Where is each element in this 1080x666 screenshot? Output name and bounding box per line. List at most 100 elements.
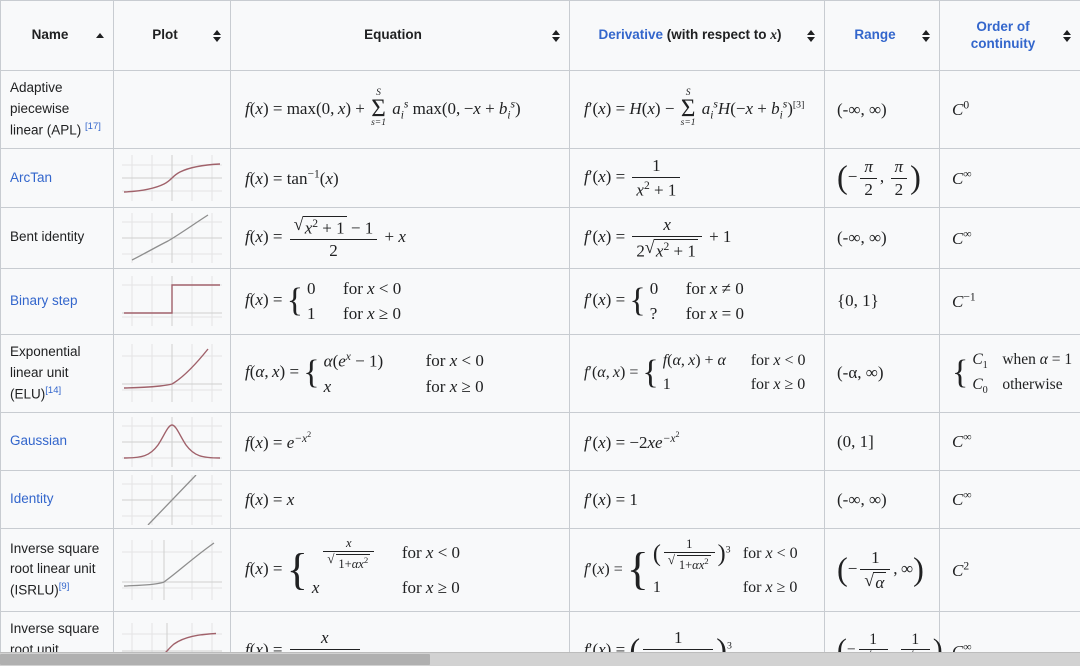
- table-row: Bent identity f(x) = x2 + 1 − 12: [0, 207, 1080, 269]
- row-name-line-2: piecewise: [10, 100, 70, 116]
- cell-range: (0, 1]: [824, 412, 940, 472]
- equation-math: f(x) = e−x2: [245, 429, 312, 453]
- cell-equation: f(α, x) = { α(ex − 1) for x < 0 x for x ≥ …: [230, 333, 570, 414]
- column-header-equation[interactable]: Equation: [230, 0, 570, 71]
- cell-plot: [113, 333, 231, 414]
- range-math: {0, 1}: [837, 291, 879, 311]
- range-math: (-∞, ∞): [837, 99, 887, 119]
- cell-derivative: f′(x) = 1: [569, 470, 825, 530]
- plot-gaussian: [122, 416, 222, 467]
- cell-name: Gaussian: [0, 412, 114, 472]
- activation-functions-table: Name Plot Equation Derivative (with resp…: [0, 0, 1080, 652]
- range-math: (−1α, ∞): [837, 548, 924, 592]
- column-header-order-of-continuity[interactable]: Order of continuity: [939, 0, 1080, 71]
- row-name-line-2: root linear unit: [10, 561, 96, 577]
- plot-isru: [122, 622, 222, 652]
- piecewise-brace: { (11+αx2)3 for x < 0 1for x ≥ 0: [627, 537, 798, 604]
- plot-arctan: [122, 155, 222, 202]
- reference-link[interactable]: [9]: [59, 581, 70, 592]
- cell-range: {0, 1}: [824, 267, 940, 335]
- cell-continuity: C2: [939, 528, 1080, 613]
- cell-plot: [113, 148, 231, 209]
- derivative-math: f′(x) = x2x2 + 1 + 1: [584, 215, 731, 260]
- cell-name: Inverse square root unit (ISRU)[9]: [0, 611, 114, 652]
- cell-range: (-∞, ∞): [824, 69, 940, 150]
- plot-identity: [122, 474, 222, 525]
- cell-plot: [113, 470, 231, 530]
- horizontal-scrollbar[interactable]: [0, 652, 1080, 666]
- column-header-order-of-continuity-label: Order of continuity: [970, 18, 1036, 51]
- cell-equation: f(x) = { x1+αx2 for x < 0 xfor x ≥ 0: [230, 528, 570, 613]
- plot-isrlu: [122, 540, 222, 601]
- cell-range: (−1α, 1α): [824, 611, 943, 652]
- continuity-math: C0: [952, 98, 970, 120]
- row-name-line-1: Exponential: [10, 343, 81, 359]
- row-name-link[interactable]: ArcTan: [10, 170, 52, 185]
- derivative-link-text[interactable]: Derivative: [598, 27, 663, 42]
- continuity-math: C2: [952, 559, 970, 580]
- cell-name: ArcTan: [0, 148, 114, 209]
- column-header-derivative-label: Derivative (with respect to x): [598, 27, 782, 43]
- sort-both-icon[interactable]: [213, 29, 222, 42]
- cell-name: Identity: [0, 470, 114, 530]
- table-header: Name Plot Equation Derivative (with resp…: [0, 0, 1080, 71]
- equation-math: f(α, x) = { α(ex − 1) for x < 0 x for x ≥ …: [245, 350, 484, 396]
- column-header-derivative[interactable]: Derivative (with respect to x): [569, 0, 825, 71]
- column-header-range[interactable]: Range: [824, 0, 940, 71]
- sort-both-icon[interactable]: [1063, 29, 1072, 42]
- column-header-name[interactable]: Name: [0, 0, 114, 71]
- continuity-math: C∞: [952, 488, 972, 510]
- cell-continuity: C∞: [939, 470, 1080, 530]
- row-name-line-3: (ISRLU): [10, 582, 59, 598]
- cell-continuity: C∞: [939, 148, 1080, 209]
- piecewise-brace: { 0 for x < 0 1 for x ≥ 0: [286, 278, 402, 324]
- row-name-link[interactable]: Binary step: [10, 293, 78, 308]
- scrollbar-thumb[interactable]: [0, 654, 430, 665]
- range-math: (-∞, ∞): [837, 489, 887, 509]
- column-header-plot-label: Plot: [152, 27, 178, 43]
- table-body: Adaptive piecewise linear (APL) [17] f(x…: [0, 69, 1080, 652]
- row-name: Bent identity: [10, 229, 85, 245]
- sort-both-icon[interactable]: [807, 29, 816, 42]
- plot-binary-step: [122, 276, 222, 327]
- row-name-line-2: linear unit: [10, 364, 69, 380]
- table-row: Identity f(x) = x f′(x) = 1 (-∞, ∞) C∞: [0, 470, 1080, 530]
- continuity-math: C∞: [952, 167, 972, 188]
- cell-range: (-α, ∞): [824, 333, 940, 414]
- derivative-math: f′(x) = { (11+αx2)3 for x < 0 1for x ≥ 0: [584, 537, 798, 597]
- table-row: Exponential linear unit (ELU)[14] f(α, x…: [0, 333, 1080, 414]
- reference-link[interactable]: [17]: [85, 121, 101, 132]
- row-name-link[interactable]: Gaussian: [10, 433, 67, 448]
- continuity-math: C∞: [952, 227, 972, 248]
- cell-continuity: C∞: [939, 611, 1080, 652]
- sort-ascending-icon[interactable]: [96, 30, 105, 42]
- derivative-math: f′(x) = 1: [584, 489, 638, 509]
- cell-equation: f(x) = { 0 for x < 0 1 for x ≥ 0: [230, 267, 570, 335]
- table-row: Gaussian f(x) = e−x2 f′(x) = −2xe−x2 (0,…: [0, 412, 1080, 472]
- cell-plot: [113, 69, 231, 150]
- equation-math: f(x) = x2 + 1 − 12 + x: [245, 214, 406, 260]
- cell-derivative: f′(x) = { 0 for x ≠ 0 ? for x = 0: [569, 267, 825, 335]
- sort-both-icon[interactable]: [922, 29, 931, 42]
- reference-link[interactable]: [3]: [793, 99, 804, 110]
- cell-continuity: C∞: [939, 412, 1080, 472]
- cell-derivative: f′(x) = x2x2 + 1 + 1: [569, 207, 825, 269]
- reference-link[interactable]: [14]: [45, 385, 61, 396]
- table-row: Inverse square root unit (ISRU)[9]: [0, 611, 1080, 652]
- row-name-link[interactable]: Identity: [10, 491, 54, 506]
- sort-both-icon[interactable]: [552, 29, 561, 42]
- cell-equation: f(x) = x: [230, 470, 570, 530]
- cell-plot: [113, 528, 231, 613]
- cell-plot: [113, 267, 231, 335]
- piecewise-brace: { C1 when α = 1 C0 otherwise: [952, 350, 1073, 397]
- cell-plot: [113, 207, 231, 269]
- wikipedia-activation-function-table-page: Name Plot Equation Derivative (with resp…: [0, 0, 1080, 666]
- cell-equation: f(x) = e−x2: [230, 412, 570, 472]
- row-name-line-2: root unit: [10, 642, 59, 652]
- column-header-plot[interactable]: Plot: [113, 0, 231, 71]
- cell-equation: f(x) = x1 + αx2: [230, 611, 570, 652]
- plot-elu: [122, 344, 222, 403]
- derivative-math: f′(α, x) = { f(α, x) + α for x < 0 1 for x…: [584, 352, 805, 393]
- cell-name: Inverse square root linear unit (ISRLU)[…: [0, 528, 114, 613]
- table-scroll-viewport[interactable]: Name Plot Equation Derivative (with resp…: [0, 0, 1080, 652]
